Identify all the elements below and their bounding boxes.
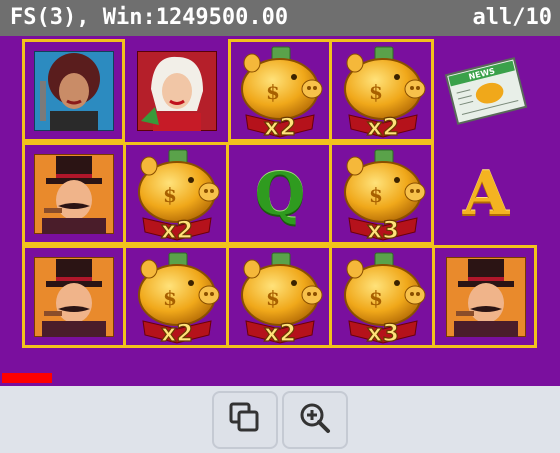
svg-text:x2: x2 [161,216,193,244]
symbol-gold-piggy-bank: $ x2 [125,245,229,349]
slot-game-screen: { "header": { "status_text": "FS(3), Win… [0,0,560,453]
symbol-woman-curly-hair [22,39,126,143]
win-frame-divider [329,39,332,142]
svg-text:x2: x2 [161,319,193,347]
win-frame-divider [329,142,332,245]
symbol-gold-piggy-bank: $ x2 [228,39,332,143]
zoom-in-icon [297,400,333,440]
svg-text:x3: x3 [367,319,399,347]
win-frame-divider [123,245,126,348]
win-frame-divider [226,142,229,245]
reel-grid: $ x2 $ x2 NEWS $ x2 Q $ x3 A $ x2 $ x2 $… [0,36,560,386]
svg-text:$: $ [266,286,280,310]
symbol-letter-label: A [462,159,510,229]
symbol-gold-piggy-bank: $ x3 [331,245,435,349]
svg-text:$: $ [369,80,383,104]
svg-text:$: $ [163,286,177,310]
symbol-letter-q: Q [228,142,332,246]
symbol-gold-piggy-bank: $ x2 [125,142,229,246]
paylines-text: all/10 [472,5,552,30]
win-frame-divider [432,245,435,348]
symbol-man-top-hat [434,245,538,349]
symbol-letter-a: A [434,142,538,246]
svg-text:$: $ [266,80,280,104]
symbol-gold-piggy-bank: $ x3 [331,142,435,246]
symbol-letter-label: Q [254,160,306,228]
symbol-gold-piggy-bank: $ x2 [228,245,332,349]
svg-text:$: $ [369,286,383,310]
symbol-woman-blonde [125,39,229,143]
copy-button[interactable] [212,391,278,449]
zoom-in-button[interactable] [282,391,348,449]
symbol-gold-piggy-bank: $ x2 [331,39,435,143]
svg-text:$: $ [163,183,177,207]
status-bar: FS(3), Win:1249500.00 all/10 [0,0,560,36]
svg-text:x2: x2 [264,319,296,347]
symbol-man-top-hat [22,245,126,349]
win-frame-divider [329,245,332,348]
free-spins-win-text: FS(3), Win:1249500.00 [10,5,289,30]
symbol-man-top-hat [22,142,126,246]
win-frame-divider [226,245,229,348]
bottom-toolbar [0,386,560,453]
svg-text:x2: x2 [367,113,399,141]
copy-icon [227,400,263,440]
svg-text:$: $ [369,183,383,207]
symbol-newspaper: NEWS [434,39,538,143]
svg-text:x2: x2 [264,113,296,141]
win-frame-divider [123,142,126,245]
progress-indicator [2,373,52,383]
svg-text:x3: x3 [367,216,399,244]
